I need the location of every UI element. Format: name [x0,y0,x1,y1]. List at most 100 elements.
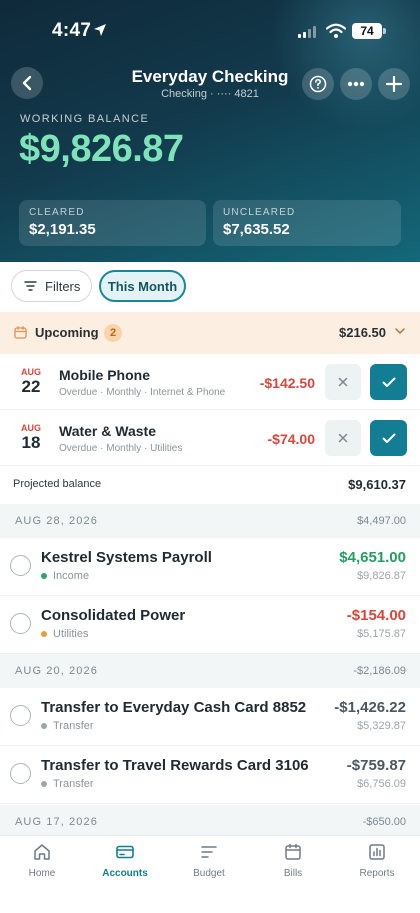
bill-meta: Overdue · Monthly · Utilities [59,443,183,454]
transaction-amount: -$1,426.22 [334,699,406,716]
more-button[interactable] [340,68,372,100]
date-group-header: AUG 20, 2026 -$2,186.09 [0,654,420,688]
location-arrow-icon [94,24,106,36]
filters-label: Filters [45,278,81,294]
transaction-payee: Transfer to Travel Rewards Card 3106 [41,757,309,774]
bill-meta: Overdue · Monthly · Internet & Phone [59,387,226,398]
close-icon [338,377,348,387]
upcoming-bill-row[interactable]: AUG 22 Mobile Phone Overdue · Monthly · … [0,354,420,410]
check-icon [382,377,395,387]
battery-tip [383,28,386,34]
nav-label: Budget [193,868,225,879]
category-label: Transfer [53,720,94,732]
chevron-down-icon [395,328,405,334]
cleared-label: CLEARED [29,207,85,218]
category-dot [41,573,47,579]
bill-name: Mobile Phone [59,367,150,383]
uncleared-value: $7,635.52 [223,221,290,238]
transaction-payee: Consolidated Power [41,607,186,624]
nav-label: Bills [283,868,303,879]
nav-reports[interactable]: Reports [342,842,412,879]
add-transaction-button[interactable] [378,68,410,100]
bill-day: 18 [21,433,41,452]
category-label: Utilities [53,628,89,640]
clear-toggle[interactable] [10,763,31,784]
date-group-total: -$650.00 [362,816,406,828]
upcoming-total: $216.50 [339,325,386,340]
nav-budget[interactable]: Budget [174,842,244,879]
transaction-row[interactable]: Consolidated Power Utilities -$154.00 $5… [0,596,420,654]
bill-month: AUG [21,367,41,377]
account-header: 4:47 74 Everyday Checking Checking · ···… [0,0,420,262]
clear-toggle[interactable] [10,705,31,726]
working-balance-label: WORKING BALANCE [20,113,150,125]
nav-label: Accounts [102,868,148,879]
skip-bill-button[interactable] [325,364,361,400]
mark-paid-button[interactable] [370,420,407,456]
check-icon [382,433,395,443]
this-month-chip[interactable]: This Month [99,270,186,302]
transaction-row[interactable]: Transfer to Travel Rewards Card 3106 Tra… [0,746,420,804]
bill-name: Water & Waste [59,423,156,439]
projected-balance-label: Projected balance [13,478,102,490]
category-dot [41,781,47,787]
upcoming-section-header[interactable]: Upcoming 2 $216.50 [0,312,420,354]
transaction-category: Transfer [41,720,94,732]
bill-amount: -$74.00 [267,431,315,447]
clear-toggle[interactable] [10,613,31,634]
transaction-amount: $4,651.00 [339,549,406,566]
working-balance-value: $9,826.87 [19,128,184,170]
date-group-header: AUG 17, 2026 -$650.00 [0,805,420,839]
close-icon [338,433,348,443]
signal-icon [298,26,316,38]
nav-bills[interactable]: Bills [258,842,328,879]
home-icon [34,844,50,860]
skip-bill-button[interactable] [325,420,361,456]
chart-icon [369,844,385,860]
mark-paid-button[interactable] [370,364,407,400]
bill-day: 22 [21,377,41,396]
question-icon [309,75,327,93]
clear-toggle[interactable] [10,555,31,576]
upcoming-count-badge: 2 [104,324,122,342]
upcoming-bill-row[interactable]: AUG 18 Water & Waste Overdue · Monthly ·… [0,410,420,466]
uncleared-card: UNCLEARED $7,635.52 [213,200,401,246]
date-group-total: $4,497.00 [357,515,406,527]
transaction-row[interactable]: Kestrel Systems Payroll Income $4,651.00… [0,538,420,596]
category-label: Income [53,570,90,582]
filter-icon [24,281,37,291]
plus-icon [386,76,402,92]
date-group-total: -$2,186.09 [353,665,406,677]
running-balance: $6,756.09 [357,778,406,790]
uncleared-label: UNCLEARED [223,207,296,218]
date-group-label: AUG 28, 2026 [15,515,98,527]
upcoming-label: Upcoming [35,325,99,340]
date-group-label: AUG 20, 2026 [15,665,98,677]
status-bar: 4:47 74 [0,18,420,46]
transaction-row[interactable]: Transfer to Everyday Cash Card 8852 Tran… [0,688,420,746]
category-label: Transfer [53,778,94,790]
help-button[interactable] [302,68,334,100]
battery-icon: 74 [352,23,382,39]
nav-home[interactable]: Home [7,842,77,879]
date-group-label: AUG 17, 2026 [15,816,98,828]
cleared-card: CLEARED $2,191.35 [19,200,206,246]
category-dot [41,723,47,729]
cleared-value: $2,191.35 [29,221,96,238]
date-group-header: AUG 28, 2026 $4,497.00 [0,504,420,538]
transaction-payee: Kestrel Systems Payroll [41,549,212,566]
more-dots-icon [347,81,365,87]
wifi-icon [326,23,346,38]
running-balance: $5,175.87 [357,628,406,640]
nav-accounts[interactable]: Accounts [90,842,160,879]
filters-button[interactable]: Filters [11,270,92,302]
transaction-amount: -$759.87 [346,757,406,774]
nav-label: Home [28,868,56,879]
card-icon [116,845,134,859]
transaction-category: Income [41,570,89,582]
projected-balance-value: $9,610.37 [348,477,406,492]
transaction-category: Utilities [41,628,88,640]
calendar-icon [14,326,27,339]
projected-balance-row: Projected balance $9,610.37 [0,466,420,504]
status-time: 4:47 [52,20,92,41]
